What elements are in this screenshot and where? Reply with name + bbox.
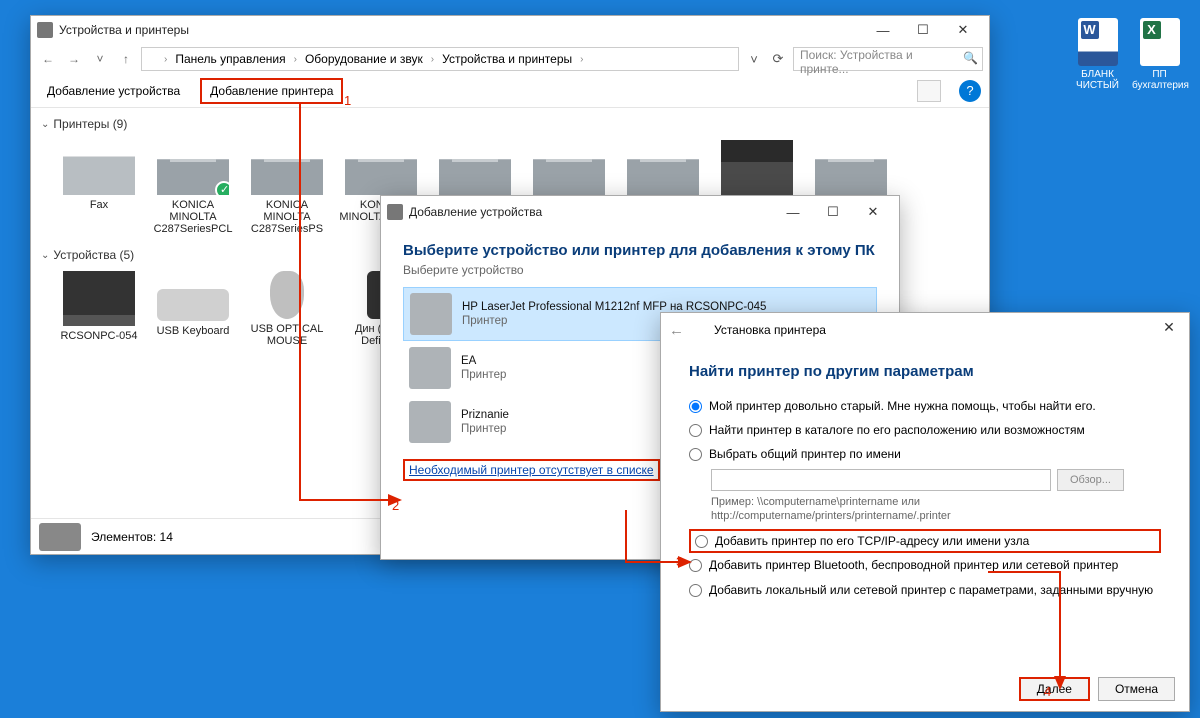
dropdown-icon[interactable]: ˅ bbox=[743, 48, 765, 70]
dialog-title: Добавление устройства bbox=[409, 205, 542, 219]
printer-icon bbox=[345, 140, 417, 195]
keyboard-icon bbox=[157, 289, 229, 321]
printer-not-listed-link[interactable]: Необходимый принтер отсутствует в списке bbox=[403, 459, 660, 481]
window-icon bbox=[37, 22, 53, 38]
next-button[interactable]: Далее bbox=[1019, 677, 1090, 701]
minimize-button[interactable]: — bbox=[863, 17, 903, 43]
option-bluetooth[interactable]: Добавить принтер Bluetooth, беспроводной… bbox=[689, 553, 1161, 577]
share-hint: Пример: \\computername\printername или h… bbox=[711, 495, 1161, 524]
close-button[interactable]: ✕ bbox=[853, 199, 893, 225]
close-button[interactable]: ✕ bbox=[943, 17, 983, 43]
search-input[interactable]: Поиск: Устройства и принте... bbox=[793, 47, 983, 71]
maximize-button[interactable]: ☐ bbox=[813, 199, 853, 225]
window-icon bbox=[387, 204, 403, 220]
option-local[interactable]: Добавить локальный или сетевой принтер с… bbox=[689, 578, 1161, 602]
add-printer-button[interactable]: Добавление принтера bbox=[200, 78, 343, 104]
desktop-shortcut[interactable]: БЛАНК ЧИСТЫЙ bbox=[1070, 18, 1125, 91]
browse-button[interactable]: Обзор... bbox=[1057, 469, 1124, 491]
printer-icon bbox=[409, 347, 451, 389]
printer-icon bbox=[692, 323, 706, 337]
desktop-shortcut[interactable]: ПП бухгалтерия bbox=[1132, 18, 1187, 91]
device-item[interactable]: RCSONPC-054 bbox=[55, 271, 143, 347]
mouse-icon bbox=[270, 271, 304, 319]
word-icon bbox=[1078, 18, 1118, 66]
annotation-4: 4 bbox=[1044, 684, 1051, 699]
section-printers[interactable]: ⌄Принтеры (9) bbox=[41, 114, 979, 134]
refresh-icon[interactable]: ⟳ bbox=[767, 48, 789, 70]
printer-icon bbox=[439, 140, 511, 195]
printer-icon bbox=[815, 140, 887, 195]
cancel-button[interactable]: Отмена bbox=[1098, 677, 1175, 701]
dialog-title: Установка принтера bbox=[714, 323, 826, 337]
fax-icon bbox=[63, 140, 135, 195]
history-dropdown[interactable]: ˅ bbox=[89, 48, 111, 70]
wizard-subtitle: Выберите устройство bbox=[403, 263, 877, 277]
window-title: Устройства и принтеры bbox=[59, 23, 189, 37]
option-old-printer[interactable]: Мой принтер довольно старый. Мне нужна п… bbox=[689, 394, 1161, 418]
forward-button[interactable]: → bbox=[63, 48, 85, 70]
wizard-heading: Найти принтер по другим параметрам bbox=[689, 363, 1161, 380]
up-button[interactable]: ↑ bbox=[115, 48, 137, 70]
annotation-2: 2 bbox=[392, 498, 399, 513]
annotation-1: 1 bbox=[344, 93, 351, 108]
help-icon[interactable]: ? bbox=[959, 80, 981, 102]
printer-item[interactable]: Fax bbox=[55, 140, 143, 235]
folder-icon bbox=[146, 52, 160, 66]
printer-icon bbox=[157, 140, 229, 195]
titlebar[interactable]: Устройства и принтеры — ☐ ✕ bbox=[31, 16, 989, 44]
printer-item[interactable]: KONICA MINOLTA C287SeriesPCL bbox=[149, 140, 237, 235]
minimize-button[interactable]: — bbox=[773, 199, 813, 225]
excel-icon bbox=[1140, 18, 1180, 66]
back-button[interactable]: ← bbox=[37, 48, 59, 70]
printer-item[interactable]: KONICA MINOLTA C287SeriesPS bbox=[243, 140, 331, 235]
share-name-input[interactable] bbox=[711, 469, 1051, 491]
option-tcpip[interactable]: Добавить принтер по его TCP/IP-адресу ил… bbox=[689, 529, 1161, 553]
printer-icon bbox=[410, 293, 452, 335]
option-shared[interactable]: Выбрать общий принтер по имени bbox=[689, 442, 1161, 466]
pc-icon bbox=[63, 271, 135, 326]
printer-icon bbox=[721, 140, 793, 195]
device-item[interactable]: USB OPTICAL MOUSE bbox=[243, 271, 331, 347]
install-printer-wizard: ✕ ← Установка принтера Найти принтер по … bbox=[660, 312, 1190, 712]
printer-icon bbox=[627, 140, 699, 195]
breadcrumb[interactable]: › Панель управления› Оборудование и звук… bbox=[141, 47, 739, 71]
device-item[interactable]: USB Keyboard bbox=[149, 271, 237, 347]
maximize-button[interactable]: ☐ bbox=[903, 17, 943, 43]
wizard-heading: Выберите устройство или принтер для доба… bbox=[403, 242, 877, 259]
add-device-button[interactable]: Добавление устройства bbox=[39, 80, 188, 102]
view-button[interactable] bbox=[917, 80, 941, 102]
close-button[interactable]: ✕ bbox=[1155, 319, 1183, 341]
printer-icon bbox=[251, 140, 323, 195]
back-button[interactable]: ← bbox=[669, 322, 684, 339]
printer-icon bbox=[533, 140, 605, 195]
option-catalog[interactable]: Найти принтер в каталоге по его располож… bbox=[689, 418, 1161, 442]
printer-icon bbox=[409, 401, 451, 443]
default-badge bbox=[215, 181, 233, 199]
statusbar-icon bbox=[39, 523, 81, 551]
annotation-3: 3 bbox=[676, 554, 683, 569]
